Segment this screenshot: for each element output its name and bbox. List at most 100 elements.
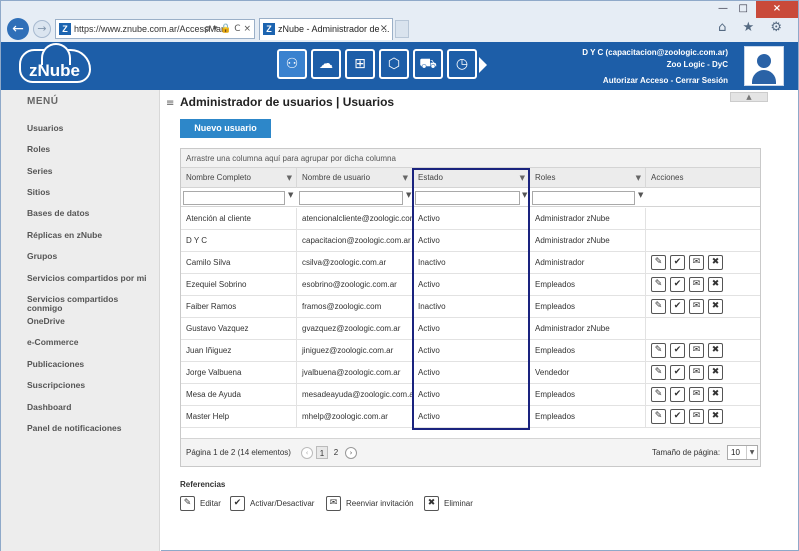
table-row[interactable]: Jorge Valbuena jvalbuena@zoologic.com.ar A… [181, 362, 760, 384]
table-row[interactable]: Juan Iñiguez jiniguez@zoologic.com.ar Acti… [181, 340, 760, 362]
next-page-icon[interactable]: › [345, 447, 357, 459]
column-header-nombre-completo[interactable]: Nombre Completo ▼ [181, 168, 297, 188]
new-tab-button[interactable] [395, 20, 409, 38]
address-bar-controls-icon[interactable]: ρ ▾ 🔒 C × [204, 20, 251, 38]
address-bar[interactable]: Z https://www.znube.com.ar/AccessMar ρ ▾… [55, 19, 255, 39]
group-by-panel[interactable]: Arrastre una columna aquí para agrupar p… [181, 149, 760, 168]
check-circle-icon[interactable]: ✔ [670, 343, 685, 358]
home-star-gear-icon[interactable]: ⌂ ★ ⚙ [718, 20, 788, 35]
delete-icon[interactable]: ✖ [708, 409, 723, 424]
filter-icon[interactable]: ▼ [636, 168, 641, 188]
filter-icon[interactable]: ▼ [406, 191, 411, 199]
filter-icon[interactable]: ▼ [522, 191, 527, 199]
browser-tab[interactable]: Z zNube - Administrador de ... × [259, 18, 393, 40]
delete-icon[interactable]: ✖ [708, 255, 723, 270]
edit-icon[interactable]: ✎ [651, 365, 666, 380]
cart-icon[interactable]: ⛟ [413, 49, 443, 79]
edit-icon[interactable]: ✎ [651, 299, 666, 314]
back-arrow-icon[interactable]: ← [7, 18, 29, 40]
sidebar-item-series[interactable]: Series [27, 167, 161, 176]
column-header-nombre-usuario[interactable]: Nombre de usuario ▼ [297, 168, 413, 188]
filter-icon[interactable]: ▼ [287, 168, 292, 188]
check-circle-icon[interactable]: ✔ [670, 409, 685, 424]
org-chart-icon[interactable]: ⊞ [345, 49, 375, 79]
check-circle-icon[interactable]: ✔ [670, 365, 685, 380]
window-close-icon[interactable]: × [756, 1, 798, 18]
edit-icon[interactable]: ✎ [651, 255, 666, 270]
authorize-access-link[interactable]: Autorizar Acceso [603, 76, 669, 85]
column-header-roles[interactable]: Roles ▼ [530, 168, 646, 188]
sidebar-item-roles[interactable]: Roles [27, 145, 161, 154]
users-globe-icon[interactable]: ⚇ [277, 49, 307, 79]
envelope-icon[interactable]: ✉ [689, 343, 704, 358]
envelope-icon[interactable]: ✉ [689, 409, 704, 424]
check-circle-icon[interactable]: ✔ [670, 277, 685, 292]
edit-icon[interactable]: ✎ [651, 343, 666, 358]
new-user-button[interactable]: Nuevo usuario [180, 119, 271, 138]
filter-icon[interactable]: ▼ [638, 191, 643, 199]
sidebar-item-usuarios[interactable]: Usuarios [27, 124, 161, 133]
sidebar-item-grupos[interactable]: Grupos [27, 252, 161, 261]
forward-arrow-icon[interactable]: → [33, 20, 51, 38]
cube-icon[interactable]: ⬡ [379, 49, 409, 79]
table-row[interactable]: Mesa de Ayuda mesadeayuda@zoologic.com.ar… [181, 384, 760, 406]
minimize-icon[interactable]: — [718, 3, 728, 14]
page-1[interactable]: 1 [316, 446, 328, 459]
table-row[interactable]: Atención al cliente atencionalcliente@zoo… [181, 208, 760, 230]
filter-icon[interactable]: ▼ [403, 168, 408, 188]
edit-icon[interactable]: ✎ [651, 409, 666, 424]
delete-icon[interactable]: ✖ [708, 365, 723, 380]
envelope-icon[interactable]: ✉ [689, 387, 704, 402]
clock-icon[interactable]: ◷ [447, 49, 477, 79]
table-row[interactable]: Master Help mhelp@zoologic.com.ar Activo Em… [181, 406, 760, 428]
avatar[interactable] [744, 46, 784, 86]
check-circle-icon[interactable]: ✔ [670, 387, 685, 402]
check-circle-icon[interactable]: ✔ [670, 299, 685, 314]
filter-icon[interactable]: ▼ [288, 191, 293, 199]
table-row[interactable]: Gustavo Vazquez gvazquez@zoologic.com.ar A… [181, 318, 760, 340]
filter-input-usuario[interactable] [299, 191, 403, 205]
table-row[interactable]: Ezequiel Sobrino esobrino@zoologic.com.ar… [181, 274, 760, 296]
delete-icon[interactable]: ✖ [708, 277, 723, 292]
sidebar-item-bases-de-datos[interactable]: Bases de datos [27, 209, 161, 218]
edit-icon[interactable]: ✎ [651, 277, 666, 292]
table-row[interactable]: Faiber Ramos framos@zoologic.com Inactivo E… [181, 296, 760, 318]
delete-icon[interactable]: ✖ [708, 387, 723, 402]
delete-icon[interactable]: ✖ [708, 299, 723, 314]
envelope-icon[interactable]: ✉ [689, 255, 704, 270]
cloud-gear-icon[interactable]: ☁ [311, 49, 341, 79]
envelope-icon[interactable]: ✉ [689, 365, 704, 380]
znube-logo[interactable]: zNube [19, 43, 97, 87]
envelope-icon[interactable]: ✉ [689, 277, 704, 292]
tab-close-icon[interactable]: × [380, 19, 388, 39]
filter-input-roles[interactable] [532, 191, 635, 205]
sidebar-item-servicios-por-mi[interactable]: Servicios compartidos por mi [27, 274, 161, 283]
sidebar-item-sitios[interactable]: Sitios [27, 188, 161, 197]
sidebar-item-servicios-conmigo[interactable]: Servicios compartidos conmigo [27, 295, 147, 313]
filter-input-nombre[interactable] [183, 191, 285, 205]
delete-icon[interactable]: ✖ [708, 343, 723, 358]
sidebar-item-suscripciones[interactable]: Suscripciones [27, 381, 161, 390]
maximize-icon[interactable]: □ [739, 3, 748, 14]
envelope-icon[interactable]: ✉ [689, 299, 704, 314]
sidebar-item-ecommerce[interactable]: e-Commerce [27, 338, 161, 347]
sidebar-item-publicaciones[interactable]: Publicaciones [27, 360, 161, 369]
filter-input-estado[interactable] [415, 191, 520, 205]
hamburger-menu-icon[interactable]: ≡ [166, 98, 174, 109]
column-header-estado[interactable]: Estado ▼ [413, 168, 530, 188]
table-row[interactable]: D Y Ccapacitacion@zoologic.com.ar Activo A… [181, 230, 760, 252]
next-modules-arrow-icon[interactable] [479, 57, 487, 73]
page-size-select[interactable]: 10 ▼ [727, 445, 758, 460]
collapse-header-icon[interactable]: ▲ [730, 92, 768, 102]
sidebar-item-onedrive[interactable]: OneDrive [27, 317, 161, 326]
table-row[interactable]: Camilo Silva csilva@zoologic.com.ar Inacti… [181, 252, 760, 274]
check-circle-icon[interactable]: ✔ [670, 255, 685, 270]
sidebar-item-dashboard[interactable]: Dashboard [27, 403, 161, 412]
sidebar-item-panel-notificaciones[interactable]: Panel de notificaciones [27, 424, 161, 433]
edit-icon[interactable]: ✎ [651, 387, 666, 402]
sidebar-item-replicas[interactable]: Réplicas en zNube [27, 231, 161, 240]
page-2[interactable]: 2 [330, 446, 342, 459]
prev-page-icon[interactable]: ‹ [301, 447, 313, 459]
chevron-down-icon[interactable]: ▼ [746, 446, 757, 459]
filter-icon[interactable]: ▼ [520, 168, 525, 188]
